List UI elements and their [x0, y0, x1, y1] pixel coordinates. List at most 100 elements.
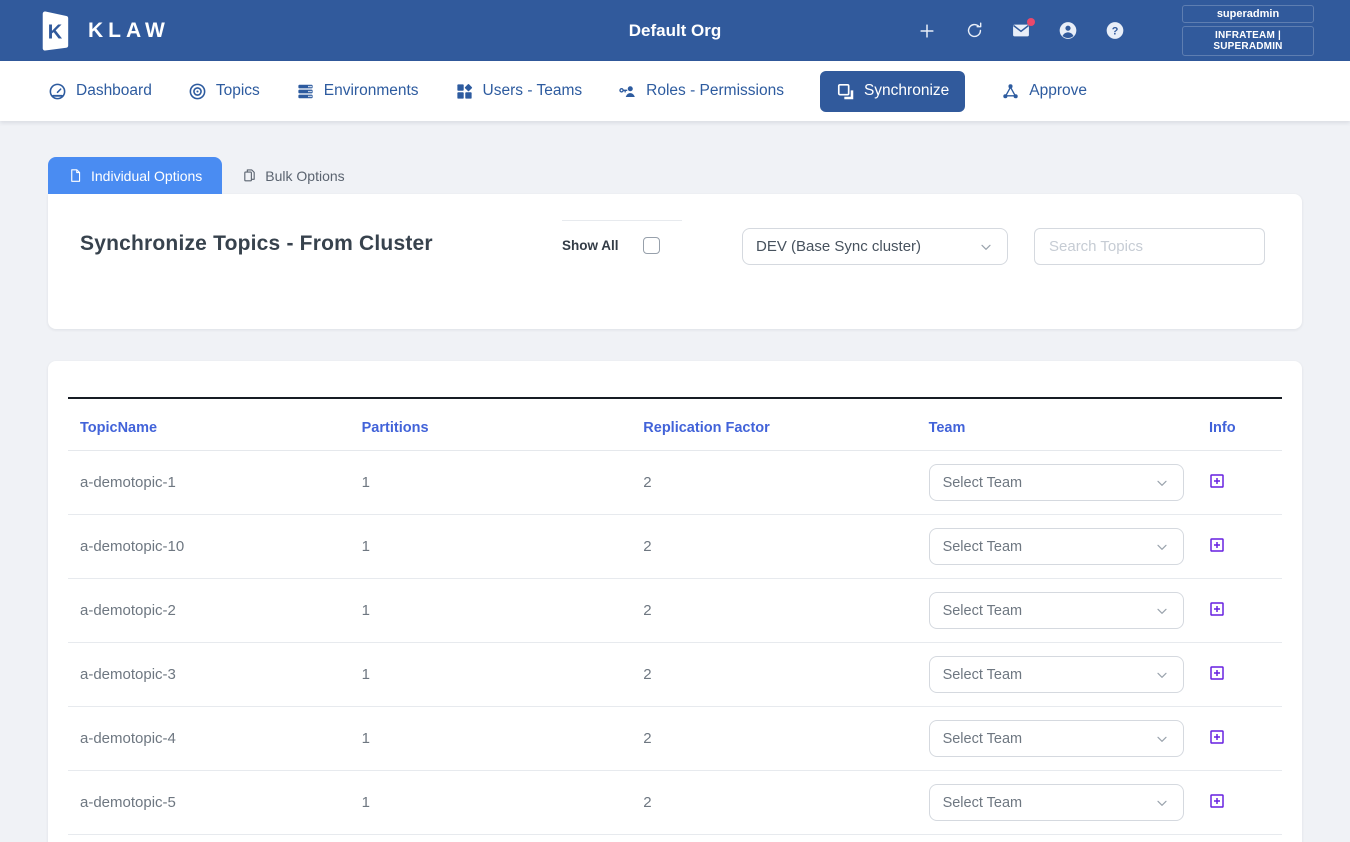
table-row: a-demotopic-3 1 2 Select Team — [68, 643, 1282, 707]
add-box-icon[interactable] — [1209, 729, 1225, 745]
replication-factor-cell: 2 — [631, 707, 916, 771]
search-topics-input[interactable] — [1034, 228, 1265, 265]
col-header-topicname: TopicName — [68, 399, 350, 451]
team-select-value: Select Team — [943, 539, 1023, 555]
team-select[interactable]: Select Team — [929, 528, 1184, 565]
show-all-group: Show All — [562, 220, 682, 254]
app-header: K KLAW Default Org ? superadmin INFRATEA… — [0, 0, 1350, 61]
partitions-cell: 1 — [350, 707, 632, 771]
add-box-icon[interactable] — [1209, 601, 1225, 617]
replication-factor-cell: 2 — [631, 771, 916, 835]
nav-item-environments[interactable]: Environments — [296, 82, 419, 101]
topic-name-cell: a-demotopic-5 — [68, 771, 350, 835]
profile-icon[interactable] — [1058, 21, 1078, 41]
nav-item-synchronize[interactable]: Synchronize — [820, 71, 965, 112]
table-row: a-demotopic-10 1 2 Select Team — [68, 515, 1282, 579]
username-label: superadmin — [1182, 5, 1314, 23]
add-icon[interactable] — [917, 21, 937, 41]
nav-item-roles-permissions[interactable]: Roles - Permissions — [618, 82, 784, 101]
chevron-down-icon — [1154, 731, 1170, 747]
team-select[interactable]: Select Team — [929, 656, 1184, 693]
partitions-cell: 1 — [350, 451, 632, 515]
klaw-logo-icon: K — [36, 11, 74, 51]
team-select[interactable]: Select Team — [929, 784, 1184, 821]
topics-table-body: a-demotopic-1 1 2 Select Team — [68, 451, 1282, 835]
chevron-down-icon — [1154, 539, 1170, 555]
dashboard-gauge-icon — [48, 82, 67, 101]
brand-name: KLAW — [88, 19, 170, 43]
col-header-team: Team — [917, 399, 1197, 451]
refresh-icon[interactable] — [964, 21, 984, 41]
add-box-icon[interactable] — [1209, 537, 1225, 553]
nav-item-topics[interactable]: Topics — [188, 82, 260, 101]
copy-files-icon — [242, 168, 257, 183]
help-icon[interactable]: ? — [1105, 21, 1125, 41]
replication-factor-cell: 2 — [631, 451, 916, 515]
page-title: Synchronize Topics - From Cluster — [80, 232, 562, 256]
table-row: a-demotopic-4 1 2 Select Team — [68, 707, 1282, 771]
partitions-cell: 1 — [350, 515, 632, 579]
roles-permissions-key-user-icon — [618, 82, 637, 101]
add-box-icon[interactable] — [1209, 793, 1225, 809]
replication-factor-cell: 2 — [631, 515, 916, 579]
team-select-value: Select Team — [943, 603, 1023, 619]
add-box-icon[interactable] — [1209, 665, 1225, 681]
team-select-value: Select Team — [943, 475, 1023, 491]
topic-name-cell: a-demotopic-2 — [68, 579, 350, 643]
table-row: a-demotopic-2 1 2 Select Team — [68, 579, 1282, 643]
nav-item-users-teams[interactable]: Users - Teams — [455, 82, 583, 101]
org-title: Default Org — [629, 21, 722, 41]
users-teams-grid-icon — [455, 82, 474, 101]
options-tabs: Individual Options Bulk Options — [48, 157, 1302, 194]
main-nav: Dashboard Topics Environments Users - Te… — [0, 61, 1350, 121]
team-select-value: Select Team — [943, 795, 1023, 811]
team-select[interactable]: Select Team — [929, 464, 1184, 501]
tab-individual-options[interactable]: Individual Options — [48, 157, 222, 194]
file-icon — [68, 168, 83, 183]
team-select-value: Select Team — [943, 731, 1023, 747]
topic-name-cell: a-demotopic-1 — [68, 451, 350, 515]
chevron-down-icon — [978, 239, 994, 255]
main-content: Individual Options Bulk Options Synchron… — [0, 121, 1350, 842]
topics-table: TopicName Partitions Replication Factor … — [68, 399, 1282, 835]
synchronize-copy-icon — [836, 82, 855, 101]
col-header-partitions: Partitions — [350, 399, 632, 451]
team-role-label: INFRATEAM | SUPERADMIN — [1182, 26, 1314, 56]
cluster-select[interactable]: DEV (Base Sync cluster) — [742, 228, 1008, 265]
topics-table-card: TopicName Partitions Replication Factor … — [48, 361, 1302, 842]
table-row: a-demotopic-1 1 2 Select Team — [68, 451, 1282, 515]
user-block[interactable]: superadmin INFRATEAM | SUPERADMIN — [1182, 5, 1314, 56]
approve-network-icon — [1001, 82, 1020, 101]
cluster-select-value: DEV (Base Sync cluster) — [756, 238, 921, 255]
svg-text:K: K — [48, 21, 63, 43]
team-select[interactable]: Select Team — [929, 720, 1184, 757]
col-header-info: Info — [1197, 399, 1282, 451]
col-header-replication-factor: Replication Factor — [631, 399, 916, 451]
mail-icon[interactable] — [1011, 21, 1031, 41]
chevron-down-icon — [1154, 603, 1170, 619]
notification-dot — [1027, 18, 1035, 26]
nav-item-approve[interactable]: Approve — [1001, 82, 1087, 101]
chevron-down-icon — [1154, 667, 1170, 683]
chevron-down-icon — [1154, 795, 1170, 811]
sync-panel: Synchronize Topics - From Cluster Show A… — [48, 194, 1302, 329]
topic-name-cell: a-demotopic-3 — [68, 643, 350, 707]
nav-item-dashboard[interactable]: Dashboard — [48, 82, 152, 101]
team-select[interactable]: Select Team — [929, 592, 1184, 629]
environments-server-icon — [296, 82, 315, 101]
topic-name-cell: a-demotopic-10 — [68, 515, 350, 579]
table-row: a-demotopic-5 1 2 Select Team — [68, 771, 1282, 835]
partitions-cell: 1 — [350, 771, 632, 835]
show-all-label: Show All — [562, 238, 619, 253]
add-box-icon[interactable] — [1209, 473, 1225, 489]
show-all-checkbox[interactable] — [643, 237, 660, 254]
chevron-down-icon — [1154, 475, 1170, 491]
topic-name-cell: a-demotopic-4 — [68, 707, 350, 771]
partitions-cell: 1 — [350, 643, 632, 707]
topics-target-icon — [188, 82, 207, 101]
replication-factor-cell: 2 — [631, 643, 916, 707]
svg-text:?: ? — [1112, 25, 1119, 37]
team-select-value: Select Team — [943, 667, 1023, 683]
tab-bulk-options[interactable]: Bulk Options — [222, 157, 364, 194]
brand[interactable]: K KLAW — [36, 11, 170, 51]
